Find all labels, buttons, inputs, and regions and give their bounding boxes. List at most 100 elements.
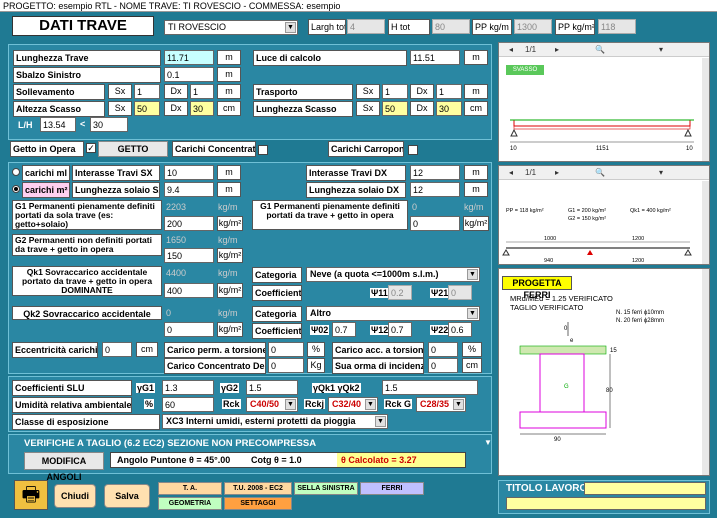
nav-prev-icon[interactable]: ◂ [509, 166, 513, 179]
radio-ml[interactable] [12, 168, 20, 176]
unit-kgm: kg/m [218, 268, 238, 278]
print-icon[interactable]: 🖶 [14, 480, 48, 510]
sella-button[interactable]: SELLA SINISTRA [294, 482, 358, 495]
getto-button[interactable]: GETTO [98, 141, 168, 157]
unit-kgm: kg/m [218, 235, 238, 245]
scasso-sx-field[interactable]: 50 [134, 101, 160, 116]
solaio-dx-field[interactable]: 12 [410, 182, 460, 197]
radio-m2[interactable] [12, 185, 20, 193]
geometria-button[interactable]: GEOMETRIA [158, 497, 222, 510]
g1b-field[interactable]: 0 [410, 216, 460, 231]
radio-ml-label: carichi ml [22, 165, 70, 181]
q-coeff-field[interactable]: 1.5 [382, 380, 478, 395]
psi02-field[interactable]: 0.7 [332, 322, 356, 337]
chevron-down-icon[interactable]: ▼ [375, 416, 386, 427]
g2-coeff-field[interactable]: 1.5 [246, 380, 298, 395]
psi11-label: Ψ11 [370, 288, 389, 298]
sbalzo-label: Sbalzo Sinistro [13, 67, 161, 83]
torsione-field[interactable]: 0 [268, 342, 304, 357]
qk1-field[interactable]: 400 [164, 283, 214, 298]
progetta-ferri-button[interactable]: PROGETTA FERRI [502, 276, 572, 300]
tu-button[interactable]: T.U. 2008 - EC2 [224, 482, 292, 495]
acc-tors-field[interactable]: 0 [428, 342, 458, 357]
largh-tot-field[interactable]: 4 [347, 19, 385, 34]
trasp-dx-field[interactable]: 1 [436, 84, 462, 99]
nav-next-icon[interactable]: ▸ [555, 43, 559, 56]
nav-prev-icon[interactable]: ◂ [509, 43, 513, 56]
chevron-down-icon[interactable]: ▼ [453, 399, 464, 410]
trave-select[interactable]: TI ROVESCIO ▼ [164, 20, 298, 35]
svasso-badge: SVASSO [506, 65, 544, 75]
umid-field[interactable]: 60 [162, 397, 214, 412]
menu-icon[interactable]: ▾ [659, 43, 663, 56]
scasso-dx-field[interactable]: 30 [190, 101, 214, 116]
pp-kgm2-field[interactable]: 118 [598, 19, 636, 34]
int-dx-field[interactable]: 12 [410, 165, 460, 180]
sollev-sx-field[interactable]: 1 [134, 84, 160, 99]
unit-m: m [217, 165, 241, 180]
viewer1-scrollbar[interactable] [702, 58, 709, 161]
rckg-select[interactable]: C28/35 ▼ [416, 397, 466, 412]
viewer2-scrollbar[interactable] [702, 181, 709, 264]
conc-dente-field[interactable]: 0 [268, 358, 304, 373]
solaio-sx-field[interactable]: 9.4 [164, 182, 214, 197]
qk1-label: Qk1 Sovraccarico accidentale portato da … [12, 266, 162, 296]
lscasso-sx-field[interactable]: 50 [382, 101, 408, 116]
qk1-text: Qk1 = 400 kg/m² [630, 208, 671, 214]
settaggi-button[interactable]: SETTAGGI [224, 497, 292, 510]
h-tot-field[interactable]: 80 [432, 19, 470, 34]
esp-select[interactable]: XC3 Interni umidi, esterni protetti da p… [162, 414, 388, 429]
ta-button[interactable]: T. A. [158, 482, 222, 495]
psi21-field[interactable]: 0 [448, 285, 472, 300]
pp-kgm-field[interactable]: 1300 [514, 19, 552, 34]
categoria-label-2: Categoria [252, 306, 302, 322]
int-sx-field[interactable]: 10 [164, 165, 214, 180]
g1-coeff-field[interactable]: 1.3 [162, 380, 214, 395]
psi22-field[interactable]: 0.6 [448, 322, 472, 337]
ferri-button[interactable]: FERRI [360, 482, 424, 495]
unit-cm: cm [462, 358, 482, 373]
section-scrollbar[interactable] [702, 269, 709, 475]
cat2-select[interactable]: Altro ▼ [306, 306, 480, 321]
getto-checkbox[interactable]: ✓ [86, 143, 96, 153]
lunghezza-field[interactable]: 11.71 [164, 50, 214, 65]
rckj-select[interactable]: C32/40 ▼ [328, 397, 378, 412]
g1b-label: G1 Permanenti pienamente definiti portat… [252, 200, 408, 230]
ecc-field[interactable]: 0 [102, 342, 132, 357]
chevron-down-icon[interactable]: ▼ [467, 308, 478, 319]
lh-field[interactable]: 13.54 [40, 117, 76, 132]
orma-field[interactable]: 0 [428, 358, 458, 373]
lh-lim-field[interactable]: 30 [90, 117, 128, 132]
conc-checkbox[interactable] [258, 145, 268, 155]
cat1-select[interactable]: Neve (a quota <=1000m s.l.m.) ▼ [306, 267, 480, 282]
zoom-icon[interactable]: 🔍 [595, 166, 605, 179]
luce-field[interactable]: 11.51 [410, 50, 460, 65]
carroponte-checkbox[interactable] [408, 145, 418, 155]
trasp-sx-field[interactable]: 1 [382, 84, 408, 99]
qk2-field[interactable]: 0 [164, 322, 214, 337]
g2-field[interactable]: 150 [164, 248, 214, 263]
g1-field[interactable]: 200 [164, 216, 214, 231]
sollev-dx-field[interactable]: 1 [190, 84, 214, 99]
chevron-down-icon[interactable]: ▼ [285, 399, 296, 410]
titolo-field-2[interactable] [506, 497, 706, 510]
zoom-icon[interactable]: 🔍 [595, 43, 605, 56]
scroll-arrow-icon[interactable]: ▼ [484, 438, 492, 447]
salva-button[interactable]: Salva [104, 484, 150, 508]
chevron-down-icon[interactable]: ▼ [365, 399, 376, 410]
conc-label: Carichi Concentrati [172, 141, 256, 157]
modifica-angoli-button[interactable]: MODIFICA ANGOLI [24, 452, 104, 482]
nav-next-icon[interactable]: ▸ [555, 166, 559, 179]
psi11-field[interactable]: 0.2 [388, 285, 412, 300]
sbalzo-field[interactable]: 0.1 [164, 67, 214, 82]
menu-icon[interactable]: ▾ [659, 166, 663, 179]
chevron-down-icon[interactable]: ▼ [285, 22, 296, 33]
w15-label: 15 [610, 348, 617, 354]
chevron-down-icon[interactable]: ▼ [467, 269, 478, 280]
psi12-field[interactable]: 0.7 [388, 322, 412, 337]
chiudi-button[interactable]: Chiudi [54, 484, 96, 508]
titolo-field[interactable] [584, 482, 706, 495]
lscasso-dx-field[interactable]: 30 [436, 101, 462, 116]
rck-select[interactable]: C40/50 ▼ [246, 397, 298, 412]
unit-kgm2: kg/m² [217, 248, 243, 263]
